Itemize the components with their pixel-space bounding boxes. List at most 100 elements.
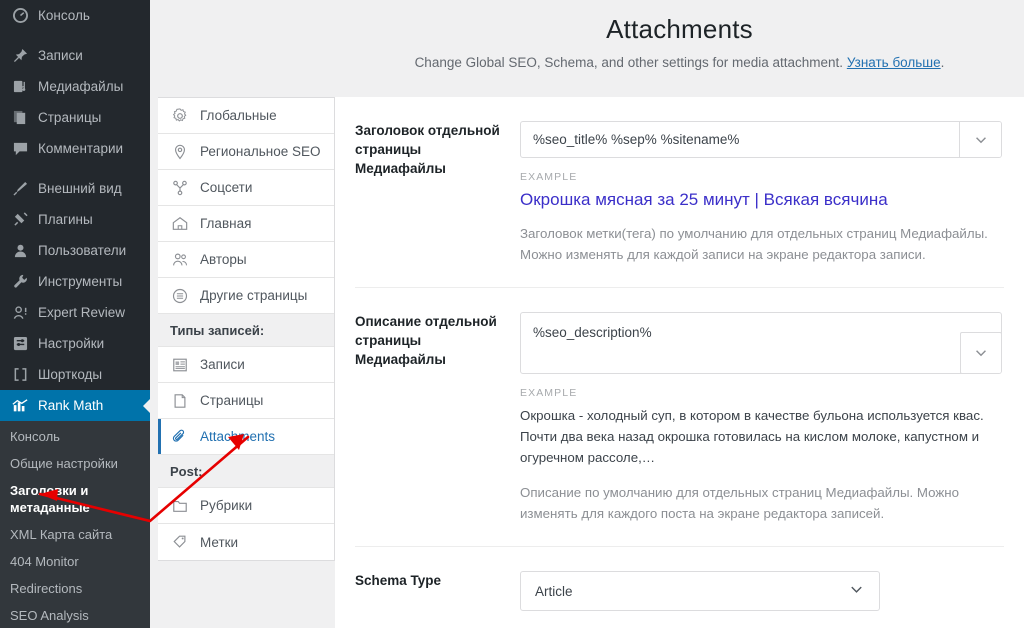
settings-tabs-list: Глобальные Региональное SEO Соцсети Глав… bbox=[158, 97, 335, 561]
tab-label: Главная bbox=[200, 216, 252, 231]
tab-homepage[interactable]: Главная bbox=[158, 206, 334, 242]
schema-type-select[interactable]: Article bbox=[520, 571, 880, 611]
tab-label: Глобальные bbox=[200, 108, 277, 123]
gear-icon bbox=[170, 107, 190, 124]
chevron-down-icon bbox=[976, 350, 986, 357]
page-title: Attachments bbox=[606, 14, 753, 44]
page-header: Attachments Change Global SEO, Schema, a… bbox=[335, 0, 1024, 97]
title-example-preview: Окрошка мясная за 25 минут | Всякая всяч… bbox=[520, 190, 888, 209]
expert-review-icon bbox=[10, 305, 30, 320]
field-body: %seo_title% %sep% %sitename% EXAMPLE Окр… bbox=[520, 121, 1004, 287]
rank-math-submenu: Консоль Общие настройки Заголовки и мета… bbox=[0, 421, 150, 628]
sidebar-item-label: Страницы bbox=[38, 110, 102, 125]
submenu-item-dashboard[interactable]: Консоль bbox=[0, 423, 150, 450]
description-template-combo[interactable]: %seo_description% bbox=[520, 312, 1002, 374]
field-help-text: Заголовок метки(тега) по умолчанию для о… bbox=[520, 226, 988, 262]
appearance-brush-icon bbox=[10, 181, 30, 196]
tab-label: Рубрики bbox=[200, 498, 253, 513]
description-example-preview: Окрошка - холодный суп, в котором в каче… bbox=[520, 408, 984, 465]
sidebar-item-label: Настройки bbox=[38, 336, 105, 351]
field-single-description: Описание отдельной страницы Медиафайлы %… bbox=[355, 288, 1004, 547]
submenu-item-titles-and-meta[interactable]: Заголовки и метаданные bbox=[0, 477, 150, 521]
tab-group-post-taxonomies: Post: bbox=[158, 455, 334, 488]
tab-global[interactable]: Глобальные bbox=[158, 98, 334, 134]
tab-misc-pages[interactable]: Другие страницы bbox=[158, 278, 334, 314]
field-body: Article При создании новой записи этого … bbox=[520, 571, 1004, 628]
submenu-item-sitemap[interactable]: XML Карта сайта bbox=[0, 521, 150, 548]
tab-label: Страницы bbox=[200, 393, 264, 408]
sidebar-item-rank-math[interactable]: Rank Math bbox=[0, 390, 150, 421]
field-help-text: При создании новой записи этого типа выб… bbox=[520, 623, 998, 628]
share-nodes-icon bbox=[170, 180, 190, 196]
sidebar-item-appearance[interactable]: Внешний вид bbox=[0, 173, 150, 204]
submenu-item-seo-analysis[interactable]: SEO Analysis bbox=[0, 602, 150, 628]
tab-label: Метки bbox=[200, 534, 239, 550]
description-variables-dropdown-button[interactable] bbox=[960, 332, 1001, 373]
title-template-input[interactable]: %seo_title% %sep% %sitename% bbox=[521, 122, 959, 157]
sidebar-item-label: Внешний вид bbox=[38, 181, 122, 196]
page-subtitle-text: Change Global SEO, Schema, and other set… bbox=[414, 55, 847, 70]
post-icon bbox=[170, 357, 190, 373]
sidebar-item-users[interactable]: Пользователи bbox=[0, 235, 150, 266]
tab-taxonomy-categories[interactable]: Рубрики bbox=[158, 488, 334, 524]
sidebar-item-comments[interactable]: Комментарии bbox=[0, 133, 150, 164]
tab-label: Другие страницы bbox=[200, 288, 308, 303]
sidebar-item-shortcodes[interactable]: Шорткоды bbox=[0, 359, 150, 390]
chevron-down-icon bbox=[975, 136, 986, 143]
title-variables-dropdown-button[interactable] bbox=[959, 122, 1001, 157]
sidebar-item-media[interactable]: Медиафайлы bbox=[0, 71, 150, 102]
field-label: Описание отдельной страницы Медиафайлы bbox=[355, 314, 497, 367]
learn-more-link[interactable]: Узнать больше bbox=[847, 55, 941, 70]
list-circle-icon bbox=[170, 288, 190, 304]
description-template-textarea[interactable]: %seo_description% bbox=[521, 313, 1001, 352]
submenu-item-redirections[interactable]: Redirections bbox=[0, 575, 150, 602]
example-label: EXAMPLE bbox=[520, 387, 578, 399]
sidebar-item-settings[interactable]: Настройки bbox=[0, 328, 150, 359]
sidebar-item-plugins[interactable]: Плагины bbox=[0, 204, 150, 235]
tab-post-type-posts[interactable]: Записи bbox=[158, 347, 334, 383]
tab-post-type-pages[interactable]: Страницы bbox=[158, 383, 334, 419]
tab-post-type-attachments[interactable]: Attachments bbox=[158, 419, 334, 455]
sidebar-item-expert-review[interactable]: Expert Review bbox=[0, 297, 150, 328]
title-template-combo[interactable]: %seo_title% %sep% %sitename% bbox=[520, 121, 1002, 158]
tag-icon bbox=[170, 534, 190, 550]
sidebar-item-tools[interactable]: Инструменты bbox=[0, 266, 150, 297]
wp-admin-sidebar: Консоль Записи Медиафайлы Страницы Комме… bbox=[0, 0, 150, 628]
tab-local-seo[interactable]: Региональное SEO bbox=[158, 134, 334, 170]
authors-icon bbox=[170, 252, 190, 268]
pin-icon bbox=[10, 48, 30, 63]
tab-group-post-types: Типы записей: bbox=[158, 314, 334, 347]
submenu-item-404-monitor[interactable]: 404 Monitor bbox=[0, 548, 150, 575]
settings-form: Заголовок отдельной страницы Медиафайлы … bbox=[335, 97, 1024, 628]
tools-wrench-icon bbox=[10, 274, 30, 289]
sidebar-item-label: Rank Math bbox=[38, 398, 104, 413]
sidebar-item-posts[interactable]: Записи bbox=[0, 40, 150, 71]
home-icon bbox=[170, 216, 190, 232]
pages-icon bbox=[10, 110, 30, 125]
schema-type-value: Article bbox=[535, 583, 573, 599]
field-label: Schema Type bbox=[355, 573, 442, 588]
tab-label: Attachments bbox=[200, 429, 276, 444]
folder-icon bbox=[170, 498, 190, 514]
comments-icon bbox=[10, 141, 30, 156]
field-help-text: Описание по умолчанию для отдельных стра… bbox=[520, 485, 960, 521]
settings-tabs-column: Глобальные Региональное SEO Соцсети Глав… bbox=[150, 0, 335, 628]
sidebar-item-pages[interactable]: Страницы bbox=[0, 102, 150, 133]
tab-label: Соцсети bbox=[200, 180, 253, 195]
tab-taxonomy-tags[interactable]: Метки bbox=[158, 524, 334, 560]
shortcodes-brackets-icon bbox=[10, 367, 30, 382]
sidebar-item-label: Шорткоды bbox=[38, 367, 103, 382]
paperclip-icon bbox=[170, 429, 190, 445]
tab-authors[interactable]: Авторы bbox=[158, 242, 334, 278]
field-schema-type: Schema Type Article При создании новой з… bbox=[355, 547, 1004, 628]
chevron-down-icon bbox=[848, 581, 865, 601]
tab-label: Авторы bbox=[200, 252, 247, 267]
sidebar-item-dashboard[interactable]: Консоль bbox=[0, 0, 150, 31]
sidebar-divider bbox=[0, 31, 150, 40]
submenu-item-general-settings[interactable]: Общие настройки bbox=[0, 450, 150, 477]
sidebar-item-label: Expert Review bbox=[38, 305, 126, 320]
location-pin-icon bbox=[170, 144, 190, 160]
field-single-title: Заголовок отдельной страницы Медиафайлы … bbox=[355, 97, 1004, 288]
tab-social[interactable]: Соцсети bbox=[158, 170, 334, 206]
media-icon bbox=[10, 79, 30, 94]
